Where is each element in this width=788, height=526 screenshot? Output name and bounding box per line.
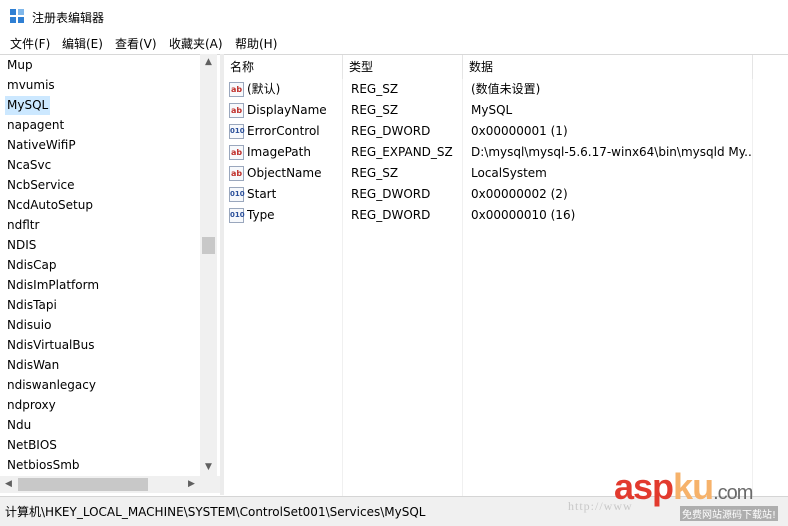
tree-item[interactable]: Mup xyxy=(5,56,35,75)
value-type: REG_SZ xyxy=(351,82,399,96)
scroll-right-icon[interactable]: ▶ xyxy=(183,476,200,493)
value-type: REG_DWORD xyxy=(351,187,431,201)
watermark-logo-c: .com xyxy=(713,482,753,504)
menu-view[interactable]: 查看(V) xyxy=(114,35,158,52)
column-header-name[interactable]: 名称 xyxy=(224,55,343,79)
tree-item[interactable]: mvumis xyxy=(5,76,57,95)
watermark-logo-a: asp xyxy=(614,466,674,507)
scroll-down-icon[interactable]: ▼ xyxy=(200,459,217,476)
value-data: (数值未设置) xyxy=(471,82,541,96)
value-row[interactable]: ab ObjectName REG_SZ LocalSystem xyxy=(224,163,788,184)
tree-item[interactable]: NdisCap xyxy=(5,256,59,275)
value-data: 0x00000001 (1) xyxy=(471,124,568,138)
watermark-logo-b: ku xyxy=(673,466,714,507)
value-name: Start xyxy=(247,187,277,201)
value-row[interactable]: ab DisplayName REG_SZ MySQL xyxy=(224,100,788,121)
value-list: 名称 类型 数据 ab (默认) REG_SZ (数值未设置) ab Displ… xyxy=(224,54,788,496)
value-row[interactable]: ab (默认) REG_SZ (数值未设置) xyxy=(224,79,788,100)
key-tree: Mup mvumis MySQL napagent NativeWifiP Nc… xyxy=(0,54,220,496)
menu-file[interactable]: 文件(F) xyxy=(9,35,51,52)
value-name: (默认) xyxy=(247,82,281,96)
string-value-icon: ab xyxy=(229,145,244,160)
value-data: D:\mysql\mysql-5.6.17-winx64\bin\mysqld … xyxy=(471,145,751,159)
column-header-data[interactable]: 数据 xyxy=(463,55,753,79)
value-name: DisplayName xyxy=(247,103,327,117)
value-data: LocalSystem xyxy=(471,166,547,180)
tree-item[interactable]: NdisWan xyxy=(5,356,61,375)
tree-item[interactable]: NetbiosSmb xyxy=(5,456,82,475)
scroll-up-icon[interactable]: ▲ xyxy=(200,54,217,71)
menu-help[interactable]: 帮助(H) xyxy=(234,35,278,52)
tree-item[interactable]: NDIS xyxy=(5,236,38,255)
window-title: 注册表编辑器 xyxy=(32,11,105,25)
tree-vertical-scrollbar[interactable]: ▲ ▼ xyxy=(200,54,217,476)
tree-item[interactable]: NativeWifiP xyxy=(5,136,78,155)
string-value-icon: ab xyxy=(229,166,244,181)
tree-item[interactable]: NcbService xyxy=(5,176,77,195)
dword-value-icon: 010 xyxy=(229,124,245,139)
scroll-left-icon[interactable]: ◀ xyxy=(0,476,17,493)
tree-item[interactable]: NcaSvc xyxy=(5,156,53,175)
tree-item[interactable]: napagent xyxy=(5,116,66,135)
key-path: 计算机\HKEY_LOCAL_MACHINE\SYSTEM\ControlSet… xyxy=(5,505,426,519)
tree-item[interactable]: Ndisuio xyxy=(5,316,53,335)
scroll-corner xyxy=(200,476,220,493)
value-type: REG_DWORD xyxy=(351,124,431,138)
value-data: MySQL xyxy=(471,103,513,117)
menu-edit[interactable]: 编辑(E) xyxy=(61,35,104,52)
tree-item[interactable]: ndfltr xyxy=(5,216,41,235)
tree-item[interactable]: ndproxy xyxy=(5,396,58,415)
value-row[interactable]: 010 Type REG_DWORD 0x00000010 (16) xyxy=(224,205,788,226)
value-row[interactable]: ab ImagePath REG_EXPAND_SZ D:\mysql\mysq… xyxy=(224,142,788,163)
value-type: REG_SZ xyxy=(351,166,399,180)
dword-value-icon: 010 xyxy=(229,187,245,202)
value-data: 0x00000010 (16) xyxy=(471,208,576,222)
tree-item[interactable]: NdisTapi xyxy=(5,296,59,315)
value-type: REG_SZ xyxy=(351,103,399,117)
tree-item[interactable]: NdisImPlatform xyxy=(5,276,101,295)
tree-item[interactable]: Ndu xyxy=(5,416,33,435)
regedit-icon xyxy=(10,9,24,23)
title-bar: 注册表编辑器 xyxy=(0,0,788,32)
watermark-subtitle: 免费网站源码下载站! xyxy=(680,506,779,521)
scroll-thumb[interactable] xyxy=(202,237,215,254)
value-row[interactable]: 010 Start REG_DWORD 0x00000002 (2) xyxy=(224,184,788,205)
value-row[interactable]: 010 ErrorControl REG_DWORD 0x00000001 (1… xyxy=(224,121,788,142)
tree-item-selected[interactable]: MySQL xyxy=(5,96,51,115)
watermark-logo: aspku.com xyxy=(614,466,753,508)
tree-item[interactable]: NetBIOS xyxy=(5,436,59,455)
value-name: Type xyxy=(247,208,275,222)
value-name: ImagePath xyxy=(247,145,311,159)
tree-item[interactable]: NcdAutoSetup xyxy=(5,196,95,215)
value-name: ErrorControl xyxy=(247,124,320,138)
tree-item[interactable]: ndiswanlegacy xyxy=(5,376,98,395)
menu-favorites[interactable]: 收藏夹(A) xyxy=(168,35,224,52)
string-value-icon: ab xyxy=(229,103,244,118)
dword-value-icon: 010 xyxy=(229,208,245,223)
value-data: 0x00000002 (2) xyxy=(471,187,568,201)
scroll-thumb[interactable] xyxy=(18,478,148,491)
value-type: REG_DWORD xyxy=(351,208,431,222)
tree-horizontal-scrollbar[interactable]: ◀ ▶ xyxy=(0,476,220,493)
menu-bar: 文件(F) 编辑(E) 查看(V) 收藏夹(A) 帮助(H) xyxy=(0,32,788,53)
column-header-type[interactable]: 类型 xyxy=(343,55,463,79)
value-type: REG_EXPAND_SZ xyxy=(351,145,453,159)
tree-item[interactable]: NdisVirtualBus xyxy=(5,336,96,355)
value-name: ObjectName xyxy=(247,166,322,180)
string-value-icon: ab xyxy=(229,82,244,97)
